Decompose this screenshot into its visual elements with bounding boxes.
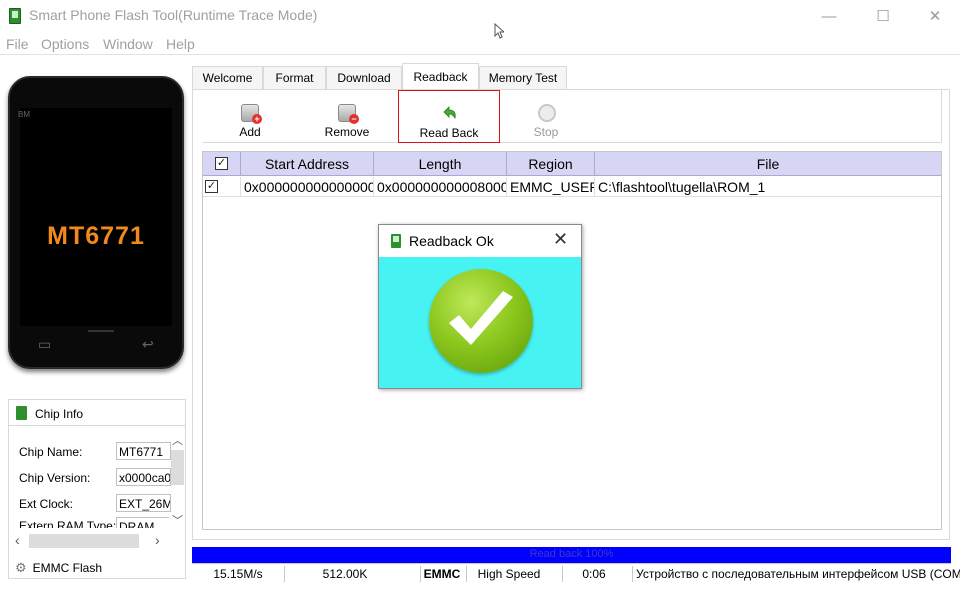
vertical-scroll-thumb[interactable] [171, 450, 184, 485]
scroll-up-icon[interactable]: ︿ [172, 432, 183, 448]
scroll-left-icon[interactable]: ‹ [15, 532, 20, 548]
checkmark-icon [449, 291, 513, 345]
ext-clock-value[interactable]: EXT_26M [116, 494, 171, 512]
home-key-icon [88, 330, 114, 332]
chip-info-panel: Chip Info Chip Name: MT6771 Chip Version… [8, 399, 186, 579]
chip-info-header: Chip Info [9, 400, 185, 426]
select-all-checkbox[interactable]: ✓ [215, 157, 228, 170]
status-storage: EMMC [423, 567, 461, 581]
phone-brand: BM [18, 110, 30, 119]
readback-toolbar: + Add − Remove Read Back Stop [202, 90, 942, 143]
tab-readback[interactable]: Readback [402, 63, 479, 90]
ext-clock-label: Ext Clock: [19, 497, 74, 511]
chip-version-value[interactable]: x0000ca00 [116, 468, 171, 486]
progress-bar: Read back 100% [192, 547, 951, 563]
gear-icon: ⚙ [15, 560, 27, 575]
scroll-right-icon[interactable]: › [155, 532, 160, 548]
title-bar: Smart Phone Flash Tool(Runtime Trace Mod… [0, 0, 960, 32]
ram-type-value[interactable]: DRAM [116, 517, 169, 528]
tab-welcome[interactable]: Welcome [192, 66, 263, 89]
dialog-body [379, 257, 581, 388]
dialog-title-bar: Readback Ok ✕ [379, 225, 581, 257]
stop-icon [538, 104, 556, 122]
cell-start-address[interactable]: 0x0000000000000000 [241, 177, 374, 197]
status-separator [632, 566, 633, 582]
chip-name-value[interactable]: MT6771 [116, 442, 171, 460]
header-length[interactable]: Length [374, 152, 507, 176]
chip-version-label: Chip Version: [19, 471, 91, 485]
add-button[interactable]: + Add [217, 90, 283, 143]
header-file[interactable]: File [595, 152, 941, 176]
cell-length[interactable]: 0x0000000000080000 [374, 177, 507, 197]
clipped-row: Extern RAM Type: DRAM [9, 516, 169, 528]
storage-type: ⚙ EMMC Flash [15, 560, 102, 576]
readback-ok-dialog: Readback Ok ✕ [378, 224, 582, 389]
horizontal-scroll-thumb[interactable] [29, 534, 139, 548]
menu-file[interactable]: File [6, 36, 29, 52]
menu-bar: File Options Window Help [0, 33, 960, 55]
row-checkbox-cell[interactable]: ✓ [203, 177, 241, 197]
tab-memory-test[interactable]: Memory Test [479, 66, 567, 89]
status-size: 512.00K [322, 567, 368, 581]
menu-window[interactable]: Window [103, 36, 153, 52]
minimize-button[interactable]: — [806, 0, 852, 32]
scroll-down-icon[interactable]: ﹀ [172, 512, 183, 528]
flash-tool-window: Smart Phone Flash Tool(Runtime Trace Mod… [0, 0, 960, 611]
progress-text: Read back 100% [529, 548, 614, 560]
plus-badge-icon: + [252, 114, 262, 124]
close-button[interactable]: ✕ [912, 0, 958, 32]
remove-button-label: Remove [324, 125, 370, 139]
menu-key-icon: ▭ [38, 336, 52, 352]
add-button-label: Add [239, 125, 261, 139]
cell-file[interactable]: C:\flashtool\tugella\ROM_1 [595, 177, 941, 197]
status-bar: 15.15M/s 512.00K EMMC High Speed 0:06 Ус… [192, 563, 960, 583]
cell-region[interactable]: EMMC_USER [507, 177, 595, 197]
dialog-close-icon[interactable]: ✕ [553, 229, 568, 250]
stop-button[interactable]: Stop [518, 90, 574, 143]
tab-format[interactable]: Format [263, 66, 326, 89]
chip-name-label: Chip Name: [19, 445, 83, 459]
remove-button[interactable]: − Remove [312, 90, 382, 143]
phone-chip-label: MT6771 [47, 222, 145, 250]
header-start-address[interactable]: Start Address [241, 152, 374, 176]
app-icon [9, 8, 21, 24]
status-time: 0:06 [582, 567, 606, 581]
back-key-icon: ↩ [142, 336, 154, 352]
chip-info-title: Chip Info [35, 407, 84, 421]
dialog-app-icon [391, 234, 401, 248]
read-back-button[interactable]: Read Back [398, 90, 500, 143]
phone-illustration: BM MT6771 ▭ ↩ [8, 76, 184, 369]
read-back-button-label: Read Back [419, 126, 479, 140]
maximize-button[interactable]: ☐ [860, 0, 906, 32]
select-all-header[interactable]: ✓ [203, 152, 241, 176]
stop-button-label: Stop [533, 125, 559, 139]
phone-screen [20, 108, 172, 326]
success-circle [429, 269, 533, 373]
menu-options[interactable]: Options [41, 36, 89, 52]
status-speed: 15.15M/s [213, 567, 263, 581]
tab-download[interactable]: Download [326, 66, 402, 89]
minus-badge-icon: − [349, 114, 359, 124]
dialog-title: Readback Ok [409, 233, 494, 249]
ram-type-label: Extern RAM Type: [19, 519, 117, 528]
menu-help[interactable]: Help [166, 36, 195, 52]
row-checkbox[interactable]: ✓ [205, 180, 218, 193]
undo-arrow-icon [443, 106, 456, 120]
vertical-scrollbar[interactable]: ︿ ﹀ [170, 428, 185, 528]
status-port: Устройство с последовательным интерфейсо… [636, 567, 960, 581]
chip-icon [16, 406, 27, 420]
add-database-icon: + [241, 104, 262, 124]
status-mode: High Speed [477, 567, 541, 581]
header-region[interactable]: Region [507, 152, 595, 176]
window-title: Smart Phone Flash Tool(Runtime Trace Mod… [29, 7, 318, 23]
storage-type-label: EMMC Flash [32, 561, 102, 575]
remove-database-icon: − [338, 104, 359, 124]
